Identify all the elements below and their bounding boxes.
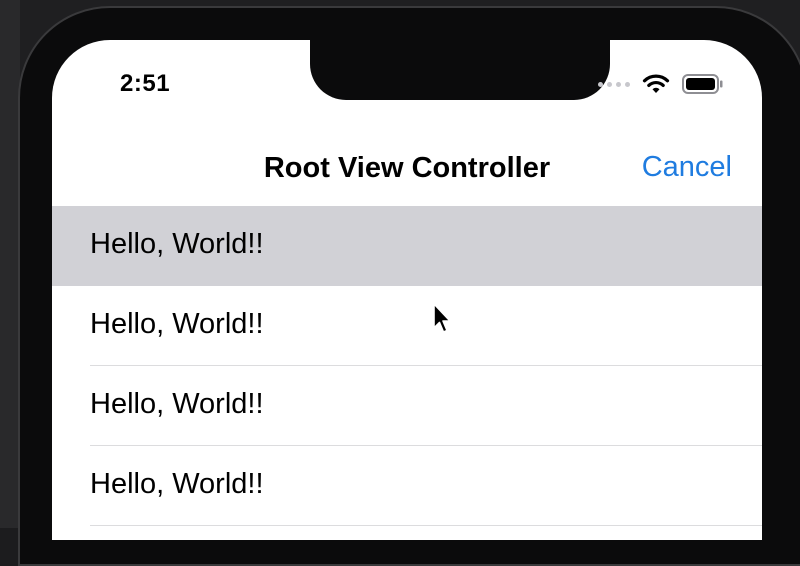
pointer-cursor-icon bbox=[433, 303, 451, 333]
row-separator bbox=[90, 525, 762, 526]
desktop-edge bbox=[0, 0, 20, 528]
table-row[interactable]: Hello, World!! bbox=[52, 286, 762, 366]
row-label: Hello, World!! bbox=[90, 468, 264, 500]
device-notch bbox=[310, 40, 610, 100]
table-row[interactable]: Hello, World!! bbox=[52, 206, 762, 286]
status-icons bbox=[598, 73, 724, 95]
battery-icon bbox=[682, 74, 723, 94]
cancel-button[interactable]: Cancel bbox=[642, 151, 732, 184]
row-label: Hello, World!! bbox=[90, 308, 264, 340]
row-label: Hello, World!! bbox=[90, 388, 264, 420]
signal-dots-icon bbox=[598, 81, 630, 87]
table-row[interactable]: Hello, World!! bbox=[52, 446, 762, 526]
device-screen: 2:51 Root View Controller Cancel Hello, … bbox=[52, 40, 762, 540]
table-row[interactable]: Hello, World!! bbox=[52, 366, 762, 446]
table-view: Hello, World!! Hello, World!! Hello, Wor… bbox=[52, 206, 762, 526]
row-label: Hello, World!! bbox=[90, 228, 264, 260]
status-time: 2:51 bbox=[120, 70, 171, 97]
wifi-icon bbox=[642, 74, 670, 93]
navigation-bar: Root View Controller Cancel bbox=[52, 140, 762, 206]
